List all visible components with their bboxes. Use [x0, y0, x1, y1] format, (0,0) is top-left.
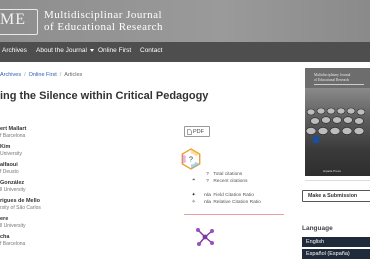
nav-contact[interactable]: Contact [140, 47, 162, 54]
publisher-logo-icon [313, 136, 319, 143]
cover-title-line-1: Multidisciplinary Journal [314, 73, 351, 77]
author-name: cha [0, 234, 10, 240]
quote-icon: ❝ [192, 179, 195, 184]
author-item: Kim University [0, 144, 22, 157]
cover-title: Multidisciplinary Journal of Educational… [314, 73, 350, 82]
breadcrumb-archives[interactable]: Archives [0, 72, 21, 78]
metric-label: Total citations [213, 172, 243, 177]
pdf-label: PDF [193, 129, 204, 135]
author-name: Kim [0, 144, 11, 150]
section-divider [184, 214, 284, 215]
author-name: ere [0, 216, 9, 222]
nav-archives[interactable]: Archives [2, 47, 27, 54]
author-name: González [0, 180, 25, 186]
site-header: ME Multidisciplinar Journal of Education… [0, 0, 370, 42]
dimensions-badge-icon[interactable]: ? [180, 148, 202, 170]
chevron-down-icon [89, 48, 94, 52]
author-affiliation: ll University [0, 187, 26, 193]
author-affiliation: f Barcelona [0, 241, 26, 247]
journal-title-line-1: Multidisciplinar Journal [44, 9, 163, 21]
make-submission-button[interactable]: Make a Submission [302, 190, 370, 202]
author-item: ert Mallart f Barcelona [0, 126, 26, 139]
metric-value: ? [206, 179, 209, 184]
author-name: ert Mallart [0, 126, 27, 132]
author-affiliation: f Deusto [0, 169, 19, 175]
author-item: ere ll University [0, 216, 26, 229]
author-name: alfaoui [0, 162, 18, 168]
main-nav: Archives About the Journal Online First … [0, 42, 370, 62]
author-name: rigues de Mello [0, 198, 41, 204]
author-item: cha f Barcelona [0, 234, 25, 247]
cover-rule [314, 84, 364, 85]
author-item: alfaoui f Deusto [0, 162, 19, 175]
breadcrumb-current: Articles [64, 72, 83, 78]
file-icon [187, 128, 192, 135]
sidebar-divider [305, 180, 370, 181]
star-icon: ✧ [191, 200, 196, 205]
journal-cover-image[interactable]: Multidisciplinary Journal of Educational… [305, 68, 370, 176]
metric-value: n/a [204, 200, 211, 205]
logo-text: ME [0, 11, 26, 28]
breadcrumb: Archives / Online First / Articles [0, 72, 83, 78]
breadcrumb-online-first[interactable]: Online First [29, 72, 57, 78]
author-affiliation: f Barcelona [0, 133, 26, 139]
metric-value: n/a [204, 193, 211, 198]
author-affiliation: ll University [0, 223, 26, 229]
journal-title-line-2: of Educational Research [44, 21, 164, 33]
article-title: ing the Silence within Critical Pedagogy [0, 90, 209, 102]
pdf-download-button[interactable]: PDF [184, 126, 210, 137]
nav-about-label: About the Journal [36, 47, 87, 54]
metric-label: Relative Citation Ratio [213, 200, 261, 205]
network-metrics-icon[interactable] [194, 226, 216, 248]
metric-label: Recent citations [213, 179, 248, 184]
nav-about-journal[interactable]: About the Journal [36, 47, 94, 54]
metric-label: Field Citation Ratio [213, 193, 254, 198]
author-item: González ll University [0, 180, 26, 193]
metric-recent-citations: ❝? Recent citations [189, 179, 247, 184]
metric-relative-citation-ratio: ✧ n/a Relative Citation Ratio [189, 200, 261, 205]
language-heading: Language [302, 225, 333, 232]
author-affiliation: rsity of São Carlos [0, 205, 41, 211]
svg-text:?: ? [189, 157, 193, 164]
sparkle-icon: ✦ [191, 193, 196, 198]
metric-value: ? [206, 172, 209, 177]
language-english[interactable]: English [302, 237, 370, 247]
language-espanol[interactable]: Español (España) [302, 249, 370, 259]
journal-title[interactable]: Multidisciplinar Journal of Educational … [44, 9, 163, 33]
cover-footer: Hipatia Press [323, 169, 341, 173]
cover-title-line-2: of Educational Research [314, 77, 350, 82]
metric-total-citations: ? Total citations [203, 172, 242, 177]
metric-field-citation-ratio: ✦ n/a Field Citation Ratio [189, 193, 254, 198]
nav-online-first[interactable]: Online First [98, 47, 131, 54]
author-item: rigues de Mello rsity of São Carlos [0, 198, 41, 211]
author-affiliation: University [0, 151, 22, 157]
